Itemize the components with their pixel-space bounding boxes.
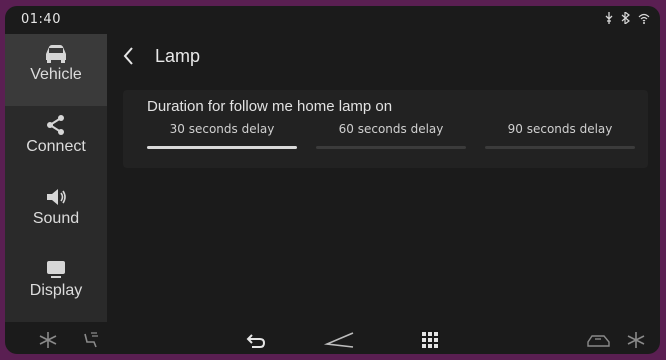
sidebar-item-sound[interactable]: Sound [5, 178, 107, 250]
sidebar-item-connect[interactable]: Connect [5, 106, 107, 178]
sidebar-item-vehicle[interactable]: Vehicle [5, 34, 107, 106]
sidebar-item-display[interactable]: Display [5, 250, 107, 322]
back-arrow-icon[interactable] [119, 44, 139, 68]
option-90-seconds[interactable]: 90 seconds delay [485, 122, 635, 152]
option-label: 30 seconds delay [169, 122, 275, 136]
option-30-seconds[interactable]: 30 seconds delay [147, 122, 297, 152]
sidebar-item-label: Display [29, 282, 83, 299]
fan-icon[interactable] [37, 330, 59, 350]
selection-indicator [147, 146, 297, 149]
sidebar-item-label: Connect [26, 138, 86, 155]
status-bar: 01:40 [5, 6, 660, 34]
setting-label: Duration for follow me home lamp on [147, 98, 393, 115]
option-60-seconds[interactable]: 60 seconds delay [316, 122, 466, 152]
clock: 01:40 [21, 12, 61, 27]
status-icons [604, 12, 650, 24]
speaker-icon [47, 189, 66, 205]
infotainment-screen: 01:40 Vehicle Connect Sound Display Lamp… [5, 6, 660, 354]
seat-airflow-icon[interactable] [79, 330, 101, 350]
share-icon [47, 115, 64, 135]
display-icon [47, 261, 65, 278]
main-content: Lamp Duration for follow me home lamp on… [107, 34, 660, 322]
sidebar: Vehicle Connect Sound Display [5, 34, 107, 322]
usb-icon [605, 12, 613, 24]
car-icon [46, 45, 66, 63]
option-label: 60 seconds delay [338, 122, 444, 136]
follow-me-home-setting: Duration for follow me home lamp on 30 s… [123, 90, 648, 168]
fan-icon[interactable] [625, 330, 647, 350]
sidebar-item-label: Vehicle [30, 66, 82, 83]
bluetooth-icon [621, 12, 630, 24]
brand-logo-icon[interactable] [323, 330, 357, 350]
selection-indicator [316, 146, 466, 149]
sidebar-item-label: Sound [32, 210, 80, 227]
apps-grid-icon[interactable] [419, 330, 441, 350]
car-climate-icon[interactable] [585, 330, 613, 350]
option-label: 90 seconds delay [507, 122, 613, 136]
wifi-icon [638, 13, 650, 24]
return-icon[interactable] [245, 330, 267, 350]
page-title: Lamp [155, 46, 201, 66]
selection-indicator [485, 146, 635, 149]
bottom-bar [5, 326, 660, 354]
